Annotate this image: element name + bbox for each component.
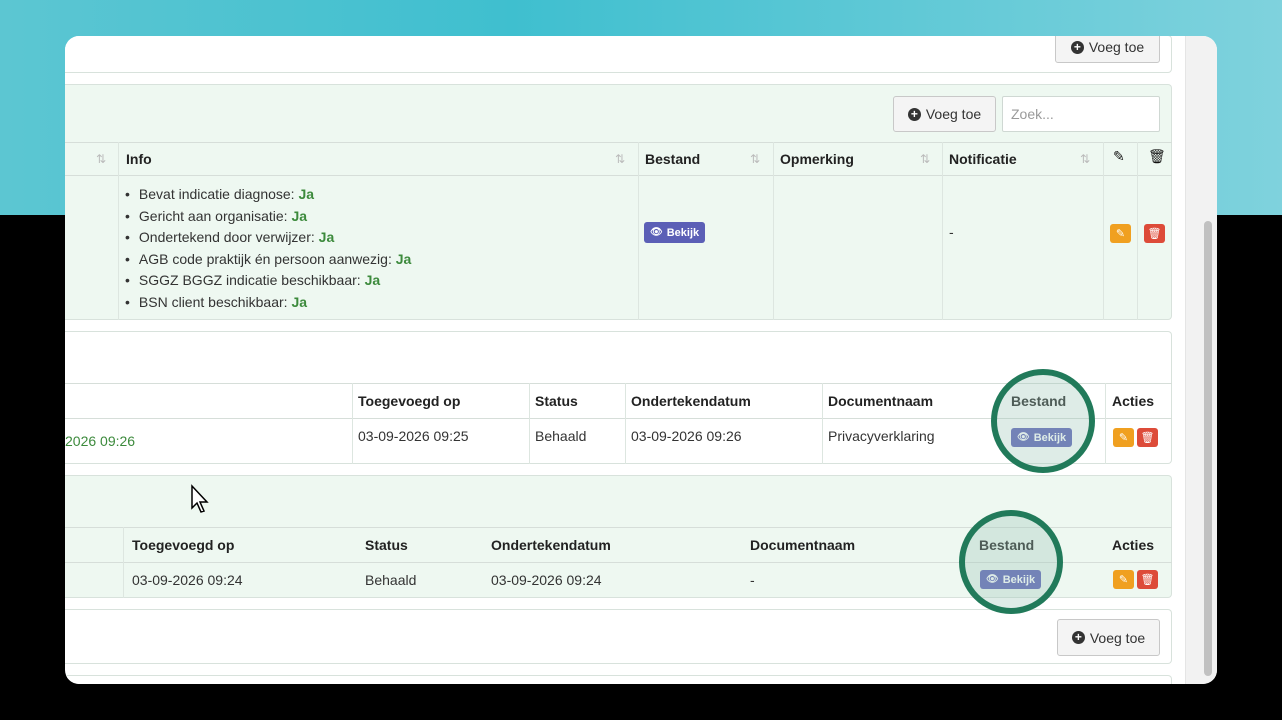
info-item: SGGZ BGGZ indicatie beschikbaar: Ja — [125, 270, 411, 292]
add-button-label: Voeg toe — [925, 106, 982, 122]
add-button-indication[interactable]: + Voeg toe — [893, 96, 996, 132]
add-button-bottom[interactable]: + Voeg toe — [1057, 619, 1160, 656]
next-panel-edge — [65, 675, 1172, 684]
col-header-status: Status — [365, 537, 408, 553]
highlight-ring — [959, 510, 1063, 614]
view-file-button[interactable]: 👁 Bekijk — [644, 222, 706, 243]
pencil-icon: ✎ — [1113, 149, 1125, 165]
doc-name-cell: - — [750, 572, 755, 588]
scrollbar-track[interactable] — [1185, 36, 1217, 684]
info-item: AGB code praktijk én persoon aanwezig: J… — [125, 249, 411, 271]
col-header-added-on: Toegevoegd op — [358, 393, 461, 409]
col-divider — [625, 383, 626, 464]
col-divider — [1103, 142, 1104, 320]
highlight-ring — [991, 369, 1095, 473]
plus-circle-icon: + — [907, 107, 921, 121]
signed-date-cell: 03-09-2026 09:24 — [491, 572, 602, 588]
col-divider — [638, 142, 639, 320]
sort-icon: ⇅ — [615, 152, 626, 166]
delete-button[interactable]: 🗑 — [1137, 428, 1158, 447]
col-header-doc-name: Documentnaam — [828, 393, 934, 409]
col-divider — [352, 383, 353, 464]
mouse-cursor-icon — [191, 484, 209, 513]
doc-name-cell: Privacyverklaring — [828, 428, 935, 444]
sort-icon: ⇅ — [920, 152, 931, 166]
col-divider — [529, 383, 530, 464]
col-header-signed-date: Ondertekendatum — [491, 537, 611, 553]
add-button-label: Voeg toe — [1088, 39, 1145, 55]
col-header-added-on: Toegevoegd op — [132, 537, 235, 553]
table-header-top-border — [65, 142, 1172, 143]
notification-value: - — [949, 224, 954, 240]
col-header-doc-name: Documentnaam — [750, 537, 856, 553]
truncated-date-cell: 2026 09:26 — [65, 433, 136, 449]
info-item: Bevat indicatie diagnose: Ja — [125, 184, 411, 206]
sort-icon: ⇅ — [750, 152, 761, 166]
trash-icon: 🗑 — [1148, 149, 1166, 165]
plus-circle-icon: + — [1071, 631, 1085, 644]
edit-button[interactable]: ✎ — [1113, 570, 1134, 589]
signed-date-cell: 03-09-2026 09:26 — [631, 428, 742, 444]
plus-circle-icon: + — [1070, 40, 1084, 54]
status-cell: Behaald — [365, 572, 417, 588]
col-divider — [123, 527, 124, 598]
col-divider — [773, 142, 774, 320]
col-divider — [822, 383, 823, 464]
eye-icon: 👁 — [650, 227, 663, 238]
col-divider — [1137, 142, 1138, 320]
edit-button[interactable]: ✎ — [1110, 224, 1131, 243]
add-button-label: Voeg toe — [1089, 629, 1146, 646]
info-item: BSN client beschikbaar: Ja — [125, 292, 411, 314]
info-list: Bevat indicatie diagnose: Ja Gericht aan… — [125, 184, 411, 314]
sort-icon: ⇅ — [96, 152, 107, 166]
col-divider — [1105, 383, 1106, 464]
search-input[interactable] — [1002, 96, 1160, 132]
indication-panel: + Voeg toe ⇅ Info ⇅ Bestand ⇅ Opmerking … — [65, 84, 1172, 320]
delete-button[interactable]: 🗑 — [1137, 570, 1158, 589]
col-divider — [942, 142, 943, 320]
col-header-remark[interactable]: Opmerking — [780, 151, 854, 167]
status-cell: Behaald — [535, 428, 587, 444]
col-header-signed-date: Ondertekendatum — [631, 393, 751, 409]
col-header-actions: Acties — [1112, 393, 1155, 409]
col-header-notification[interactable]: Notificatie — [949, 151, 1017, 167]
app-window: + Voeg toe + Voeg toe ⇅ Info ⇅ Bestand ⇅… — [65, 36, 1217, 684]
added-on-cell: 03-09-2026 09:24 — [132, 572, 243, 588]
col-header-status: Status — [535, 393, 578, 409]
col-header-actions: Acties — [1112, 537, 1155, 553]
info-item: Ondertekend door verwijzer: Ja — [125, 227, 411, 249]
delete-button[interactable]: 🗑 — [1144, 224, 1165, 243]
bottom-panel: + Voeg toe — [65, 609, 1172, 664]
add-button-top[interactable]: + Voeg toe — [1055, 36, 1160, 63]
col-header-file[interactable]: Bestand — [645, 151, 700, 167]
sort-icon: ⇅ — [1080, 152, 1091, 166]
added-on-cell: 03-09-2026 09:25 — [358, 428, 469, 444]
info-item: Gericht aan organisatie: Ja — [125, 206, 411, 228]
scrollbar-thumb[interactable] — [1204, 221, 1212, 676]
edit-button[interactable]: ✎ — [1113, 428, 1134, 447]
col-header-info[interactable]: Info — [126, 151, 152, 167]
table-header-bottom-border — [65, 175, 1172, 176]
top-panel: + Voeg toe — [65, 36, 1172, 73]
col-divider — [118, 142, 119, 320]
